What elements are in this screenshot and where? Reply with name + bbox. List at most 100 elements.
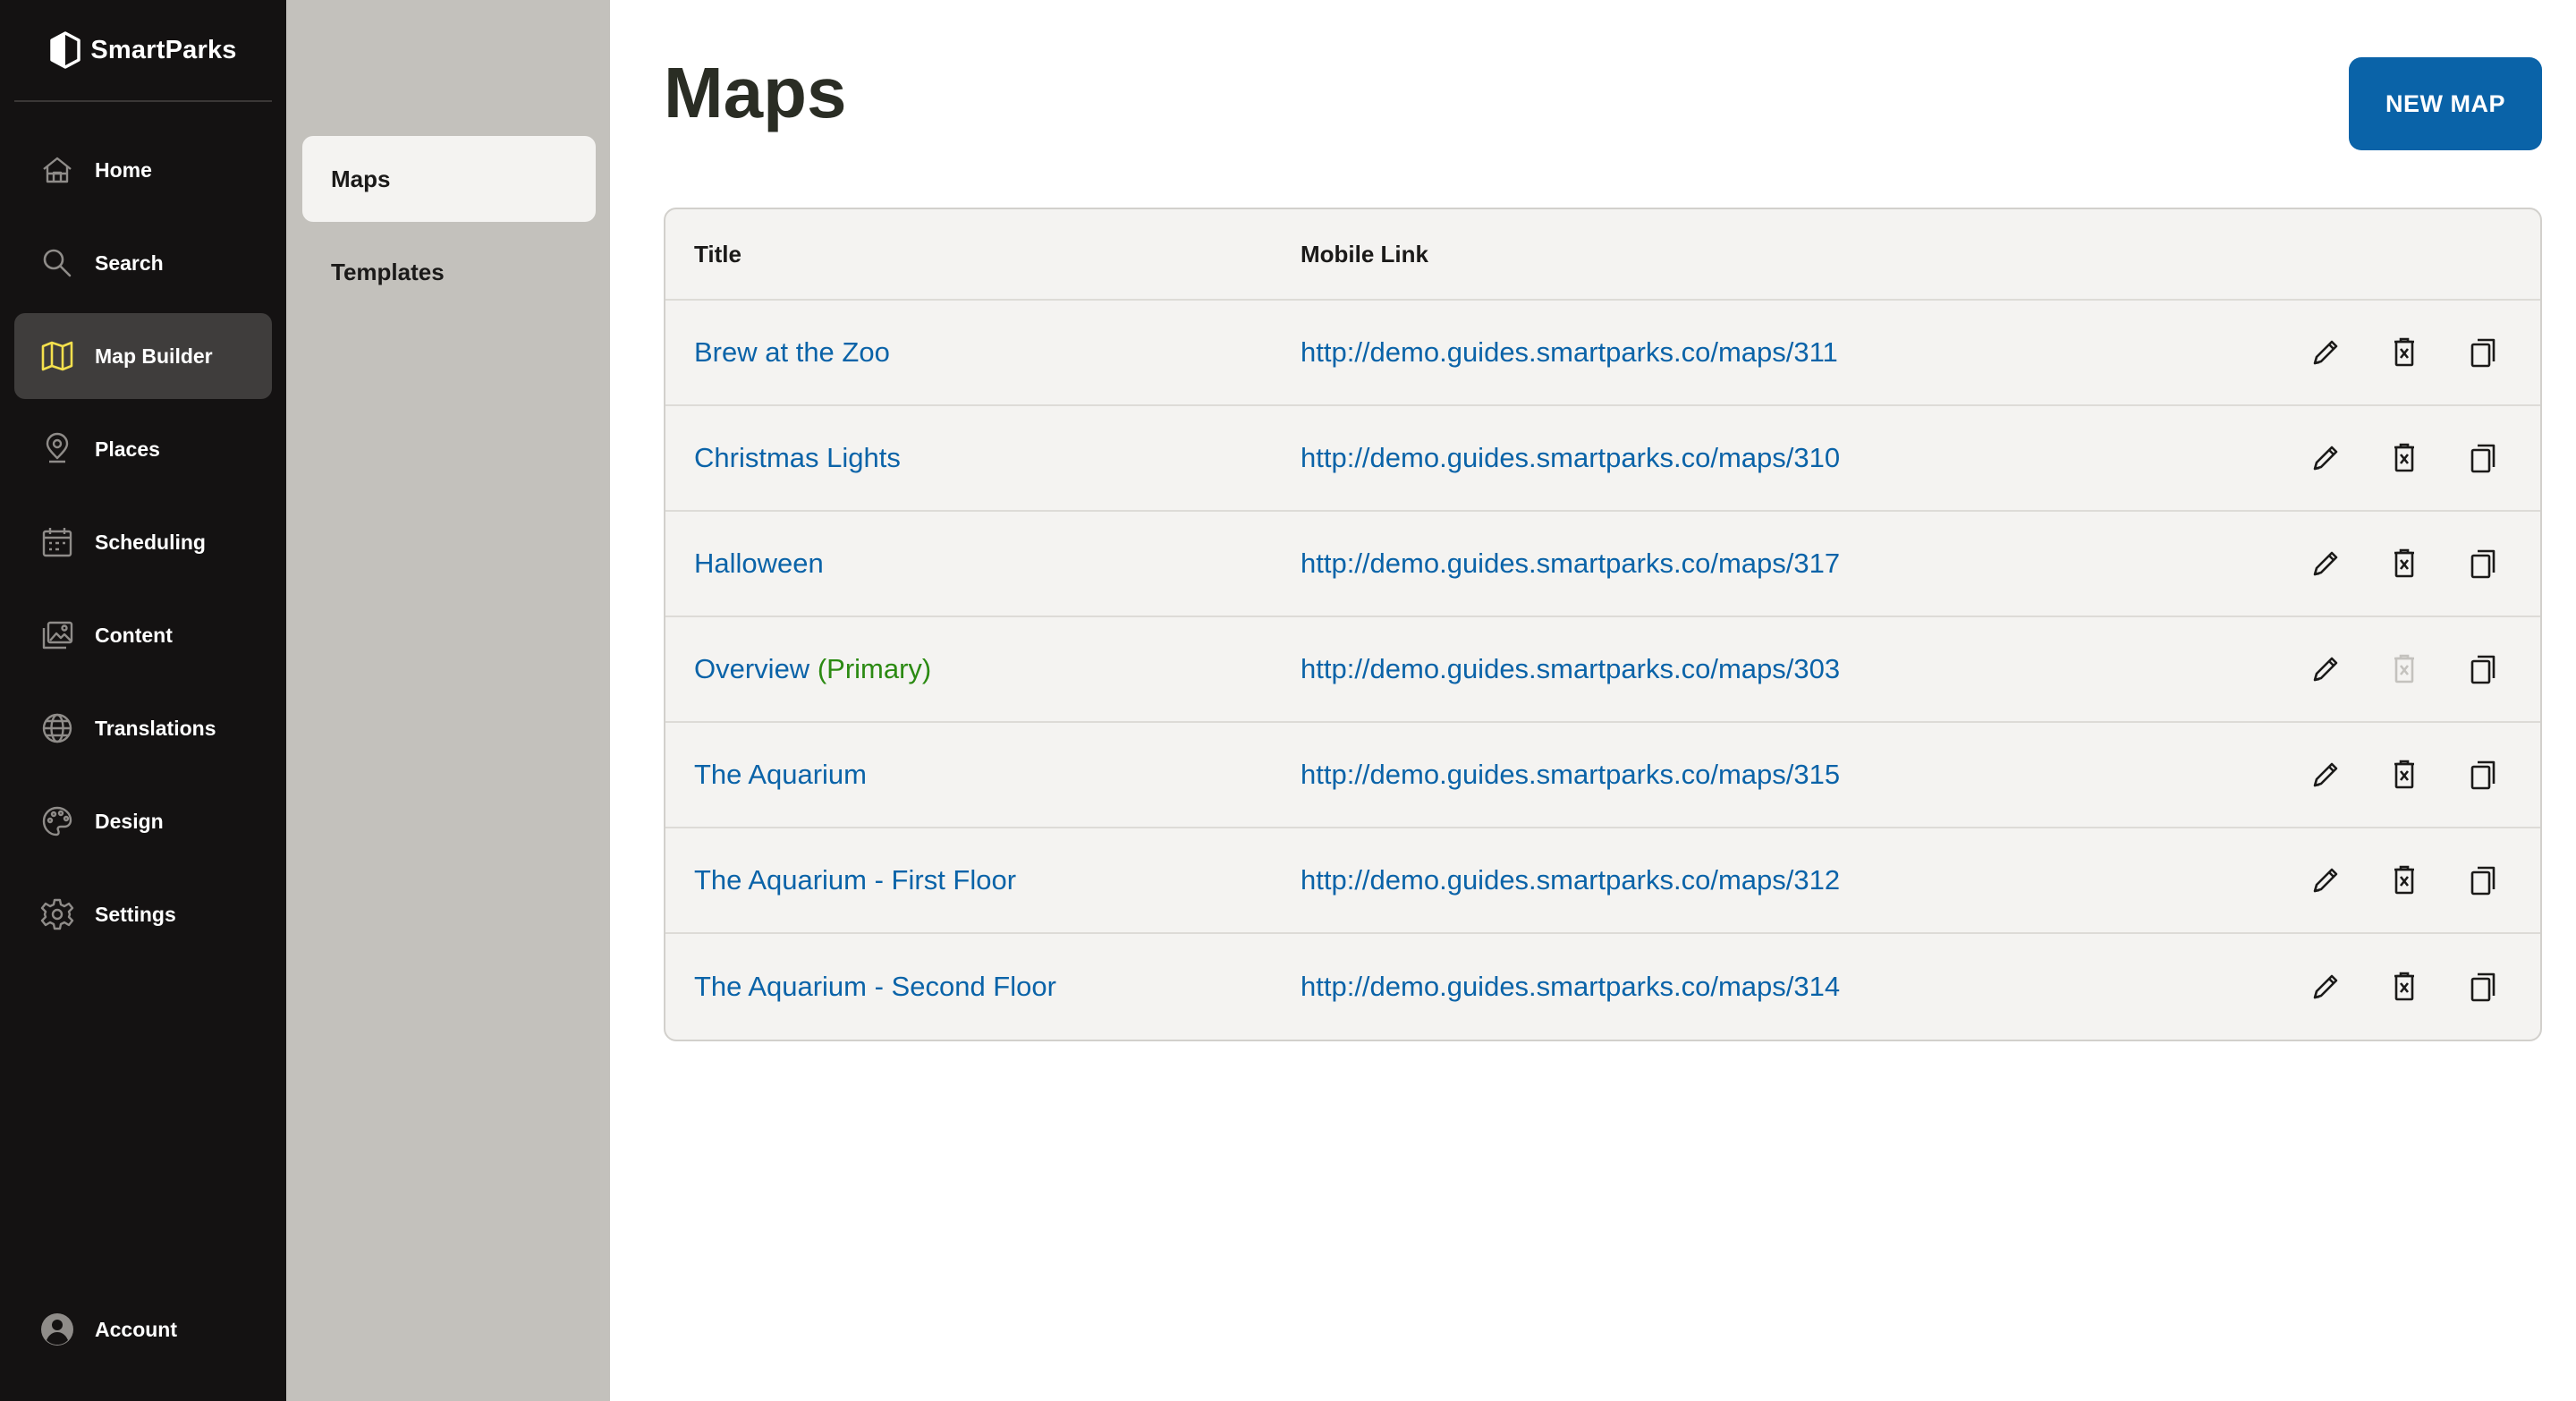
sidebar-item-map-builder[interactable]: Map Builder [14, 313, 272, 399]
column-header-mobile-link: Mobile Link [1301, 240, 1428, 267]
map-title-cell: The Aquarium [665, 759, 1301, 791]
edit-pencil-icon[interactable] [2304, 542, 2347, 585]
mobile-link-cell: http://demo.guides.smartparks.co/maps/31… [1301, 864, 2272, 896]
edit-pencil-icon[interactable] [2304, 859, 2347, 902]
primary-sidebar: SmartParks Home Search Map Builder Place… [0, 0, 286, 1401]
globe-icon [39, 710, 75, 746]
sidebar-item-label: Content [95, 623, 173, 647]
map-title-cell: The Aquarium - First Floor [665, 864, 1301, 896]
mobile-link[interactable]: http://demo.guides.smartparks.co/maps/31… [1301, 548, 1840, 579]
sidebar-item-search[interactable]: Search [14, 220, 272, 306]
map-title-cell: Halloween [665, 548, 1301, 580]
column-header-title: Title [694, 240, 741, 267]
map-title-link[interactable]: Christmas Lights [694, 442, 901, 473]
duplicate-copy-icon[interactable] [2462, 965, 2504, 1008]
table-row: Christmas Lights http://demo.guides.smart… [665, 406, 2540, 512]
page-title: Maps [664, 53, 847, 132]
sidebar-item-home[interactable]: Home [14, 127, 272, 213]
edit-pencil-icon[interactable] [2304, 648, 2347, 691]
mobile-link-cell: http://demo.guides.smartparks.co/maps/31… [1301, 971, 2272, 1003]
delete-trash-icon[interactable] [2383, 965, 2426, 1008]
row-actions [2272, 331, 2540, 374]
delete-trash-icon[interactable] [2383, 331, 2426, 374]
palette-icon [39, 803, 75, 839]
row-actions [2272, 859, 2540, 902]
edit-pencil-icon[interactable] [2304, 753, 2347, 796]
table-header: Title Mobile Link [665, 209, 2540, 301]
duplicate-copy-icon[interactable] [2462, 437, 2504, 480]
search-icon [39, 245, 75, 281]
map-icon [39, 338, 75, 374]
maps-table: Title Mobile Link Brew at the Zoo http://… [664, 208, 2542, 1041]
mobile-link-cell: http://demo.guides.smartparks.co/maps/31… [1301, 336, 2272, 369]
subnav-item-templates[interactable]: Templates [302, 229, 596, 315]
map-title-link[interactable]: The Aquarium - First Floor [694, 864, 1016, 896]
delete-trash-icon [2383, 648, 2426, 691]
primary-badge: (Primary) [817, 653, 932, 684]
subnav-item-maps[interactable]: Maps [302, 136, 596, 222]
duplicate-copy-icon[interactable] [2462, 331, 2504, 374]
edit-pencil-icon[interactable] [2304, 437, 2347, 480]
map-pin-icon [39, 431, 75, 467]
sidebar-item-design[interactable]: Design [14, 778, 272, 864]
account-label: Account [95, 1317, 177, 1341]
edit-pencil-icon[interactable] [2304, 331, 2347, 374]
mobile-link-cell: http://demo.guides.smartparks.co/maps/31… [1301, 759, 2272, 791]
map-title-link[interactable]: The Aquarium - Second Floor [694, 971, 1056, 1002]
mobile-link-cell: http://demo.guides.smartparks.co/maps/31… [1301, 548, 2272, 580]
delete-trash-icon[interactable] [2383, 437, 2426, 480]
table-row: Halloween http://demo.guides.smartparks.c… [665, 512, 2540, 617]
map-title-cell: Christmas Lights [665, 442, 1301, 474]
mobile-link[interactable]: http://demo.guides.smartparks.co/maps/31… [1301, 864, 1840, 896]
table-body: Brew at the Zoo http://demo.guides.smartp… [665, 301, 2540, 1040]
mobile-link-cell: http://demo.guides.smartparks.co/maps/31… [1301, 442, 2272, 474]
smartparks-logo-icon [49, 31, 81, 69]
table-row: The Aquarium - Second Floor http://demo.g… [665, 934, 2540, 1040]
secondary-sidebar: Maps Templates [286, 0, 610, 1401]
sidebar-item-label: Scheduling [95, 530, 206, 554]
main-content: Maps NEW MAP Title Mobile Link Brew at t… [610, 0, 2576, 1401]
brand[interactable]: SmartParks [14, 0, 272, 102]
sidebar-item-label: Search [95, 250, 164, 275]
duplicate-copy-icon[interactable] [2462, 859, 2504, 902]
sidebar-item-settings[interactable]: Settings [14, 871, 272, 957]
sidebar-item-translations[interactable]: Translations [14, 685, 272, 771]
sidebar-item-places[interactable]: Places [14, 406, 272, 492]
table-row: Overview (Primary) http://demo.guides.sma… [665, 617, 2540, 723]
duplicate-copy-icon[interactable] [2462, 542, 2504, 585]
edit-pencil-icon[interactable] [2304, 965, 2347, 1008]
mobile-link[interactable]: http://demo.guides.smartparks.co/maps/31… [1301, 759, 1840, 790]
main-nav: Home Search Map Builder Places Schedulin… [0, 102, 286, 957]
sidebar-item-label: Design [95, 809, 164, 833]
mobile-link[interactable]: http://demo.guides.smartparks.co/maps/31… [1301, 336, 1838, 368]
map-title-link[interactable]: Brew at the Zoo [694, 336, 890, 368]
sidebar-item-scheduling[interactable]: Scheduling [14, 499, 272, 585]
sidebar-item-label: Map Builder [95, 344, 213, 368]
new-map-button[interactable]: NEW MAP [2349, 57, 2542, 150]
mobile-link[interactable]: http://demo.guides.smartparks.co/maps/30… [1301, 653, 1840, 684]
duplicate-copy-icon[interactable] [2462, 753, 2504, 796]
map-title-cell: The Aquarium - Second Floor [665, 971, 1301, 1003]
row-actions [2272, 965, 2540, 1008]
sidebar-item-label: Settings [95, 902, 176, 926]
brand-name: SmartParks [90, 35, 237, 64]
gear-icon [39, 896, 75, 932]
delete-trash-icon[interactable] [2383, 753, 2426, 796]
row-actions [2272, 542, 2540, 585]
sidebar-item-content[interactable]: Content [14, 592, 272, 678]
account-menu[interactable]: Account [14, 1294, 272, 1365]
map-title-link[interactable]: The Aquarium [694, 759, 867, 790]
mobile-link[interactable]: http://demo.guides.smartparks.co/maps/31… [1301, 971, 1840, 1002]
table-row: The Aquarium http://demo.guides.smartpark… [665, 723, 2540, 828]
calendar-icon [39, 524, 75, 560]
row-actions [2272, 648, 2540, 691]
home-icon [39, 152, 75, 188]
mobile-link-cell: http://demo.guides.smartparks.co/maps/30… [1301, 653, 2272, 685]
duplicate-copy-icon[interactable] [2462, 648, 2504, 691]
delete-trash-icon[interactable] [2383, 859, 2426, 902]
map-title-link[interactable]: Halloween [694, 548, 824, 579]
delete-trash-icon[interactable] [2383, 542, 2426, 585]
mobile-link[interactable]: http://demo.guides.smartparks.co/maps/31… [1301, 442, 1840, 473]
app-root: SmartParks Home Search Map Builder Place… [0, 0, 2576, 1401]
map-title-link[interactable]: Overview [694, 653, 809, 684]
